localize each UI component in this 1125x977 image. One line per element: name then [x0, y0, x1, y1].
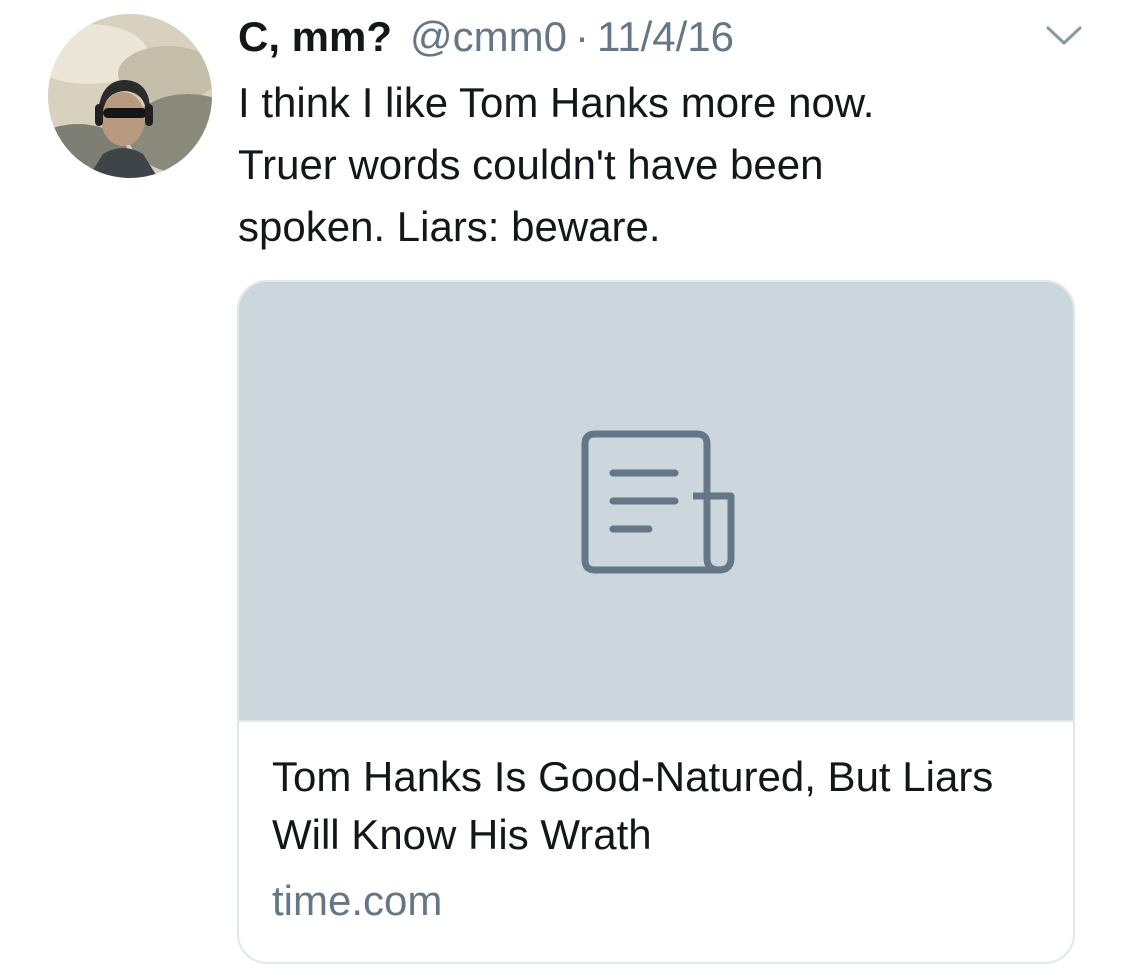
avatar[interactable]	[48, 14, 212, 178]
display-name[interactable]: C, mm?	[238, 12, 392, 62]
card-title[interactable]: Tom Hanks Is Good-Natured, But Liars Wil…	[272, 748, 1042, 864]
chevron-down-icon[interactable]	[1044, 24, 1084, 48]
tweet-timestamp[interactable]: 11/4/16	[597, 12, 734, 62]
avatar-image	[48, 14, 212, 178]
card-body: Tom Hanks Is Good-Natured, But Liars Wil…	[239, 720, 1073, 962]
header-separator: ·	[574, 13, 589, 60]
card-media	[239, 282, 1073, 720]
document-icon	[581, 430, 735, 574]
tweet[interactable]: C, mm? @cmm0 · 11/4/16 I think I like To…	[0, 0, 1125, 977]
link-card[interactable]: Tom Hanks Is Good-Natured, But Liars Wil…	[237, 280, 1075, 964]
tweet-text: I think I like Tom Hanks more now. Truer…	[238, 79, 875, 250]
tweet-header: C, mm? @cmm0 · 11/4/16	[238, 12, 734, 62]
card-domain[interactable]: time.com	[272, 872, 442, 930]
user-handle[interactable]: @cmm0	[410, 12, 567, 62]
